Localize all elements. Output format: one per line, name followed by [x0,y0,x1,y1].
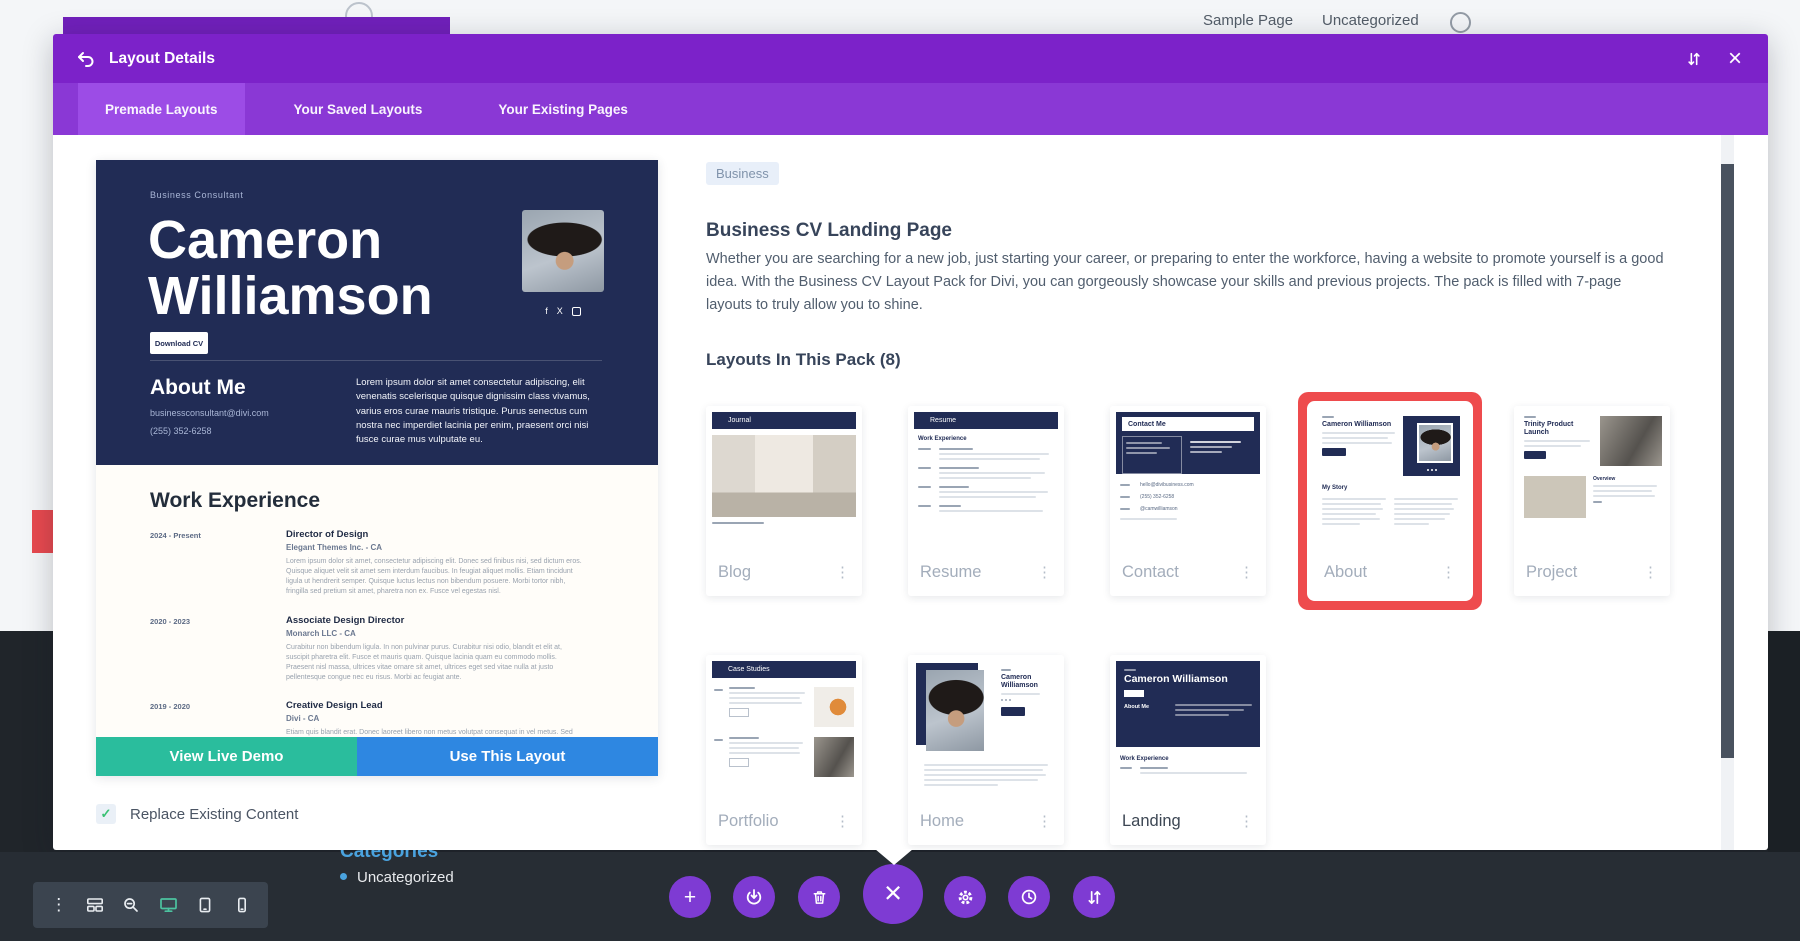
instagram-icon [572,307,581,316]
zoom-out-icon[interactable] [122,896,140,914]
layouts-in-pack-heading: Layouts In This Pack (8) [706,350,901,370]
card-name: Home [920,812,964,831]
trash-button[interactable] [798,876,840,918]
layout-card-landing[interactable]: Cameron Williamson About Me Work Experie… [1110,655,1266,845]
card-menu-icon[interactable]: ⋮ [835,812,850,830]
card-name: About [1324,563,1367,582]
preview-phone: (255) 352-6258 [150,426,212,436]
desktop-view-icon[interactable] [159,896,178,914]
layout-card-blog[interactable]: Journal Blog ⋮ [706,406,862,596]
replace-content-label: Replace Existing Content [130,806,298,823]
tablet-view-icon[interactable] [196,896,214,914]
phone-view-icon[interactable] [233,896,251,914]
modal-scrollbar-thumb[interactable] [1721,164,1734,758]
thumbnail-contact: Contact Me [1110,406,1266,552]
layout-card-about-selected[interactable]: Cameron Williamson My Story [1312,406,1468,596]
use-this-layout-button[interactable]: Use This Layout [357,737,658,776]
modal-title: Layout Details [109,50,215,68]
preview-email: businessconsultant@divi.com [150,408,269,418]
preview-name: Cameron Williamson [148,212,433,324]
thumbnail-blog: Journal [706,406,862,552]
card-name: Contact [1122,563,1179,582]
page-footer-right-edge [1768,631,1800,852]
preview-actions: View Live Demo Use This Layout [96,737,658,776]
card-menu-icon[interactable]: ⋮ [1643,563,1658,581]
preview-hero: Business Consultant Cameron Williamson f… [96,160,658,465]
layout-card-home[interactable]: Cameron Williamson Home ⋮ [908,655,1064,845]
card-name: Resume [920,563,981,582]
view-live-demo-button[interactable]: View Live Demo [96,737,357,776]
bg-nav-sample-page[interactable]: Sample Page [1203,12,1293,29]
thumbnail-home: Cameron Williamson [908,655,1064,801]
category-badge[interactable]: Business [706,162,779,185]
tab-premade-layouts[interactable]: Premade Layouts [78,83,245,135]
builder-toolbar: ⋮ [0,852,1800,941]
screen: Sample Page Uncategorized Categories Unc… [0,0,1800,941]
replace-content-checkbox[interactable]: ✓ [96,804,116,824]
thumbnail-about: Cameron Williamson My Story [1312,406,1468,552]
replace-existing-content-row: ✓ Replace Existing Content [96,804,298,824]
sort-icon[interactable] [1686,51,1702,67]
history-button[interactable] [1008,876,1050,918]
modal-scrollbar-track[interactable] [1721,135,1734,850]
layout-card-resume[interactable]: Resume Work Experience Resume ⋮ [908,406,1064,596]
view-mode-group: ⋮ [33,882,268,928]
pack-title: Business CV Landing Page [706,220,952,242]
preview-eyebrow: Business Consultant [150,190,243,200]
card-menu-icon[interactable]: ⋮ [1239,563,1254,581]
card-menu-icon[interactable]: ⋮ [1037,563,1052,581]
bullet-icon [340,873,347,880]
modal-header: Layout Details × [53,34,1768,83]
vertical-swap-button[interactable] [1073,876,1115,918]
background-red-button-fragment [32,510,53,553]
layout-preview: Business Consultant Cameron Williamson f… [96,160,658,776]
work-experience-heading: Work Experience [150,489,320,513]
card-name: Project [1526,563,1577,582]
bg-nav-uncategorized[interactable]: Uncategorized [1322,12,1419,29]
layout-details-modal: Layout Details × Premade Layouts Your Sa… [53,34,1768,850]
close-icon[interactable]: × [1728,47,1742,71]
modal-tabs: Premade Layouts Your Saved Layouts Your … [53,83,1768,135]
card-name: Landing [1122,812,1181,831]
portability-button[interactable] [733,876,775,918]
card-menu-icon[interactable]: ⋮ [835,563,850,581]
divider [150,360,602,361]
wireframe-view-icon[interactable] [86,896,104,914]
preview-work-section: Work Experience 2024 - Present Director … [96,465,658,737]
layout-card-portfolio[interactable]: Case Studies Portfolio ⋮ [706,655,862,845]
preview-about-text: Lorem ipsum dolor sit amet consectetur a… [356,376,604,447]
back-icon[interactable] [77,51,95,67]
layout-card-project[interactable]: Trinity Product Launch Overview [1514,406,1670,596]
job-entry: 2024 - Present Director of Design Elegan… [150,529,606,598]
pack-description: Whether you are searching for a new job,… [706,248,1664,318]
job-entry: 2020 - 2023 Associate Design Director Mo… [150,615,606,684]
thumbnail-project: Trinity Product Launch Overview [1514,406,1670,552]
settings-button[interactable] [944,876,986,918]
thumbnail-landing: Cameron Williamson About Me Work Experie… [1110,655,1266,801]
card-menu-icon[interactable]: ⋮ [1037,812,1052,830]
tab-your-saved-layouts[interactable]: Your Saved Layouts [267,83,450,135]
card-menu-icon[interactable]: ⋮ [1239,812,1254,830]
about-me-heading: About Me [150,376,246,400]
search-icon[interactable] [1450,12,1471,33]
download-cv-button: Download CV [150,332,208,354]
thumbnail-portfolio: Case Studies [706,655,862,801]
check-icon: ✓ [101,806,112,822]
preview-portrait-photo [522,210,604,292]
card-name: Portfolio [718,812,779,831]
exit-builder-button[interactable]: × [863,864,923,924]
preview-social-icons: f X [522,306,604,316]
footer-uncategorized-link[interactable]: Uncategorized [340,869,454,886]
card-name: Blog [718,563,751,582]
facebook-icon: f [545,306,548,316]
layout-card-contact[interactable]: Contact Me [1110,406,1266,596]
x-icon: X [557,306,563,316]
thumb-photo [712,435,856,517]
more-options-icon[interactable]: ⋮ [50,895,67,915]
tab-your-existing-pages[interactable]: Your Existing Pages [471,83,655,135]
thumbnail-resume: Resume Work Experience [908,406,1064,552]
add-module-button[interactable]: + [669,876,711,918]
modal-pointer-notch [875,849,913,865]
card-menu-icon[interactable]: ⋮ [1441,563,1456,581]
